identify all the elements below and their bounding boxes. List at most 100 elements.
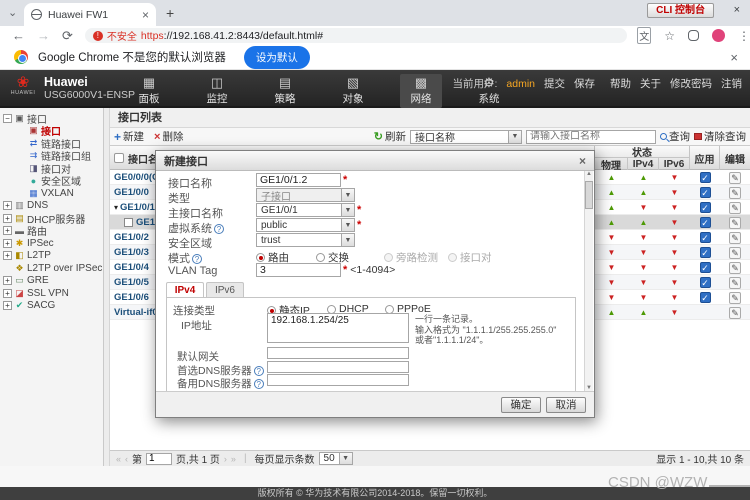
apply-checkbox[interactable]: ✓ <box>700 187 711 198</box>
tab-ipv6[interactable]: IPv6 <box>206 282 244 297</box>
search-input[interactable] <box>526 130 656 144</box>
dialog-title-bar[interactable]: 新建接口 × <box>156 151 594 171</box>
edit-icon[interactable]: ✎ <box>729 292 741 304</box>
forward-button[interactable]: → <box>37 28 50 43</box>
not-secure-label[interactable]: 不安全 <box>107 28 137 43</box>
prev-page-button[interactable]: ‹ <box>125 454 128 464</box>
user-link-注销[interactable]: 注销 <box>721 76 742 91</box>
url-text[interactable]: https://192.168.41.2:8443/default.html# <box>141 30 323 42</box>
sidebar-item-DHCP服务器[interactable]: +▤DHCP服务器 <box>0 212 103 225</box>
apply-checkbox[interactable]: ✓ <box>700 217 711 228</box>
user-link-保存[interactable]: 保存 <box>574 76 595 91</box>
last-page-button[interactable]: » <box>231 454 236 464</box>
translate-icon[interactable]: 文 <box>637 27 651 44</box>
user-link-帮助[interactable]: 帮助 <box>610 76 631 91</box>
scrollbar-thumb[interactable] <box>585 181 593 209</box>
tab-close-icon[interactable]: × <box>142 8 149 22</box>
edit-icon[interactable]: ✎ <box>729 232 741 244</box>
apply-checkbox[interactable]: ✓ <box>700 202 711 213</box>
apply-checkbox[interactable]: ✓ <box>700 292 711 303</box>
column-physical[interactable]: 物理 <box>595 158 628 170</box>
reload-button[interactable]: ⟳ <box>62 28 73 44</box>
column-apply[interactable]: 应用 <box>690 146 720 170</box>
user-link-修改密码[interactable]: 修改密码 <box>670 76 712 91</box>
sidebar-item-安全区域[interactable]: ●安全区域 <box>0 175 103 188</box>
expand-icon[interactable]: + <box>3 214 12 223</box>
dialog-close-icon[interactable]: × <box>579 154 586 168</box>
parent-interface-select[interactable]: GE1/0/1▼ <box>256 203 355 217</box>
expand-icon[interactable]: + <box>3 276 12 285</box>
apply-checkbox[interactable]: ✓ <box>700 247 711 258</box>
column-edit[interactable]: 编辑 <box>720 146 750 170</box>
first-page-button[interactable]: « <box>116 454 121 464</box>
clear-search-button[interactable]: 清除查询 <box>694 129 746 144</box>
extensions-icon[interactable] <box>688 30 699 41</box>
delete-button[interactable]: ×删除 <box>154 129 183 144</box>
help-icon[interactable]: ? <box>192 254 202 264</box>
row-checkbox[interactable] <box>124 218 133 227</box>
primary-dns-input[interactable] <box>267 361 409 373</box>
expand-icon[interactable]: + <box>3 201 12 210</box>
expand-icon[interactable]: + <box>3 289 12 298</box>
new-tab-button[interactable]: + <box>166 5 174 21</box>
next-page-button[interactable]: › <box>224 454 227 464</box>
edit-icon[interactable]: ✎ <box>729 187 741 199</box>
sidebar-item-VXLAN[interactable]: ▦VXLAN <box>0 187 103 200</box>
page-number-input[interactable] <box>146 453 172 465</box>
ip-address-textarea[interactable]: 192.168.1.254/25 <box>267 313 409 343</box>
type-select[interactable]: 子接口▼ <box>256 188 355 202</box>
help-icon[interactable]: ? <box>254 379 264 389</box>
tab-ipv4[interactable]: IPv4 <box>166 282 204 298</box>
window-close-button[interactable]: × <box>734 4 740 16</box>
user-link-提交[interactable]: 提交 <box>544 76 565 91</box>
sidebar-item-IPSec[interactable]: +✱IPSec <box>0 237 103 250</box>
browser-tab[interactable]: Huawei FW1 × <box>24 3 156 26</box>
interface-name-input[interactable] <box>256 173 341 187</box>
menu-item-面板[interactable]: ▦面板 <box>128 74 170 108</box>
ok-button[interactable]: 确定 <box>501 397 541 413</box>
back-button[interactable]: ← <box>12 28 25 43</box>
edit-icon[interactable]: ✎ <box>729 217 741 229</box>
vlan-tag-input[interactable] <box>256 263 341 277</box>
sidebar-item-SSL VPN[interactable]: +◪SSL VPN <box>0 287 103 300</box>
vsys-select[interactable]: public▼ <box>256 218 355 232</box>
sidebar-item-路由[interactable]: +▬路由 <box>0 225 103 238</box>
apply-checkbox[interactable]: ✓ <box>700 232 711 243</box>
search-button[interactable]: 查询 <box>660 129 690 144</box>
column-ipv6[interactable]: IPv6 <box>659 158 690 170</box>
sidebar-item-SACG[interactable]: +✔SACG <box>0 300 103 313</box>
expand-icon[interactable]: + <box>3 251 12 260</box>
set-default-button[interactable]: 设为默认 <box>244 46 310 69</box>
expand-icon[interactable]: + <box>3 301 12 310</box>
edit-icon[interactable]: ✎ <box>729 172 741 184</box>
new-button[interactable]: +新建 <box>114 129 144 144</box>
expand-icon[interactable]: + <box>3 226 12 235</box>
user-link-关于[interactable]: 关于 <box>640 76 661 91</box>
menu-item-监控[interactable]: ◫监控 <box>196 74 238 108</box>
notification-close-icon[interactable]: × <box>730 50 738 65</box>
sidebar-item-GRE[interactable]: +▭GRE <box>0 275 103 288</box>
menu-item-对象[interactable]: ▧对象 <box>332 74 374 108</box>
secondary-dns-input[interactable] <box>267 374 409 386</box>
refresh-button[interactable]: ↻刷新 <box>374 129 406 144</box>
dialog-scrollbar[interactable]: ▲▼ <box>584 171 593 391</box>
edit-icon[interactable]: ✎ <box>729 202 741 214</box>
select-all-checkbox[interactable] <box>114 153 124 163</box>
default-gateway-input[interactable] <box>267 347 409 359</box>
help-icon[interactable]: ? <box>214 224 224 234</box>
apply-checkbox[interactable]: ✓ <box>700 277 711 288</box>
sidebar-item-L2TP over IPSec[interactable]: ❖L2TP over IPSec <box>0 262 103 275</box>
expand-icon[interactable]: + <box>3 239 12 248</box>
profile-avatar[interactable] <box>712 29 725 42</box>
security-zone-select[interactable]: trust▼ <box>256 233 355 247</box>
not-secure-icon[interactable]: ! <box>93 31 103 41</box>
address-bar[interactable]: ! 不安全 https://192.168.41.2:8443/default.… <box>85 28 627 43</box>
row-expander-icon[interactable]: ▾ <box>114 203 118 212</box>
edit-icon[interactable]: ✎ <box>729 307 741 319</box>
per-page-select[interactable]: 50▼ <box>319 452 353 465</box>
help-icon[interactable]: ? <box>254 366 264 376</box>
apply-checkbox[interactable]: ✓ <box>700 172 711 183</box>
tab-search-chevron-icon[interactable]: ⌄ <box>8 6 17 19</box>
bookmark-star-icon[interactable]: ☆ <box>664 29 675 43</box>
apply-checkbox[interactable]: ✓ <box>700 262 711 273</box>
